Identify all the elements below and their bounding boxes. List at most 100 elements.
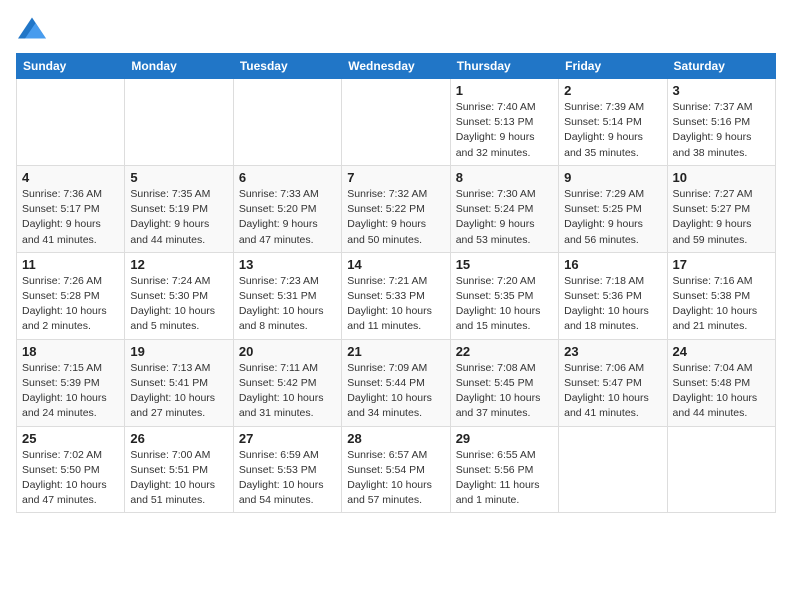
sunrise-text: Sunrise: 7:24 AM [130,275,210,287]
day-number: 22 [456,344,553,359]
sunset-text: Sunset: 5:44 PM [347,377,425,389]
sunset-text: Sunset: 5:33 PM [347,290,425,302]
day-number: 1 [456,83,553,98]
daylight-text: Daylight: 10 hours and 34 minutes. [347,392,432,419]
day-info: Sunrise: 7:24 AMSunset: 5:30 PMDaylight:… [130,274,227,335]
day-number: 6 [239,170,336,185]
daylight-text: Daylight: 10 hours and 27 minutes. [130,392,215,419]
calendar-cell: 29Sunrise: 6:55 AMSunset: 5:56 PMDayligh… [450,426,558,513]
day-info: Sunrise: 7:13 AMSunset: 5:41 PMDaylight:… [130,361,227,422]
calendar-cell: 18Sunrise: 7:15 AMSunset: 5:39 PMDayligh… [17,339,125,426]
sunrise-text: Sunrise: 7:40 AM [456,101,536,113]
sunset-text: Sunset: 5:25 PM [564,203,642,215]
calendar-cell: 19 Sunrise: 7:13 AMSunset: 5:41 PMDayligh… [125,339,233,426]
day-info: Sunrise: 7:29 AMSunset: 5:25 PMDaylight:… [564,187,661,248]
day-info: Sunrise: 7:09 AMSunset: 5:44 PMDaylight:… [347,361,444,422]
sunset-text: Sunset: 5:24 PM [456,203,534,215]
daylight-text: Daylight: 10 hours and 15 minutes. [456,305,541,332]
daylight-text: Daylight: 9 hours and 47 minutes. [239,218,318,245]
calendar-cell: 7Sunrise: 7:32 AMSunset: 5:22 PMDaylight… [342,165,450,252]
calendar-cell: 13 Sunrise: 7:23 AMSunset: 5:31 PMDayligh… [233,252,341,339]
day-info: Sunrise: 7:21 AMSunset: 5:33 PMDaylight:… [347,274,444,335]
calendar-week-2: 4Sunrise: 7:36 AMSunset: 5:17 PMDaylight… [17,165,776,252]
calendar-week-4: 18Sunrise: 7:15 AMSunset: 5:39 PMDayligh… [17,339,776,426]
day-number: 15 [456,257,553,272]
calendar-header-monday: Monday [125,54,233,79]
day-info: Sunrise: 7:23 AMSunset: 5:31 PMDaylight:… [239,274,336,335]
day-info: Sunrise: 7:04 AMSunset: 5:48 PMDaylight:… [673,361,770,422]
day-info: Sunrise: 7:15 AMSunset: 5:39 PMDaylight:… [22,361,119,422]
calendar-header-sunday: Sunday [17,54,125,79]
sunrise-text: Sunrise: 7:16 AM [673,275,753,287]
sunrise-text: Sunrise: 7:15 AM [22,362,102,374]
calendar-cell: 3Sunrise: 7:37 AMSunset: 5:16 PMDaylight… [667,79,775,166]
sunset-text: Sunset: 5:31 PM [239,290,317,302]
daylight-text: Daylight: 10 hours and 57 minutes. [347,479,432,506]
day-info: Sunrise: 7:00 AMSunset: 5:51 PMDaylight:… [130,448,227,509]
day-number: 13 [239,257,336,272]
calendar-cell: 11Sunrise: 7:26 AMSunset: 5:28 PMDayligh… [17,252,125,339]
sunrise-text: Sunrise: 7:37 AM [673,101,753,113]
day-number: 23 [564,344,661,359]
day-number: 19 [130,344,227,359]
daylight-text: Daylight: 9 hours and 38 minutes. [673,131,752,158]
daylight-text: Daylight: 10 hours and 37 minutes. [456,392,541,419]
sunrise-text: Sunrise: 7:18 AM [564,275,644,287]
sunset-text: Sunset: 5:50 PM [22,464,100,476]
daylight-text: Daylight: 10 hours and 18 minutes. [564,305,649,332]
sunrise-text: Sunrise: 7:02 AM [22,449,102,461]
sunset-text: Sunset: 5:13 PM [456,116,534,128]
sunrise-text: Sunrise: 7:04 AM [673,362,753,374]
calendar-cell [233,79,341,166]
daylight-text: Daylight: 10 hours and 41 minutes. [564,392,649,419]
sunset-text: Sunset: 5:30 PM [130,290,208,302]
sunset-text: Sunset: 5:19 PM [130,203,208,215]
sunset-text: Sunset: 5:45 PM [456,377,534,389]
calendar-cell: 21 Sunrise: 7:09 AMSunset: 5:44 PMDayligh… [342,339,450,426]
daylight-text: Daylight: 9 hours and 32 minutes. [456,131,535,158]
calendar-header-friday: Friday [559,54,667,79]
sunrise-text: Sunrise: 7:00 AM [130,449,210,461]
day-number: 12 [130,257,227,272]
calendar-cell: 14Sunrise: 7:21 AMSunset: 5:33 PMDayligh… [342,252,450,339]
day-info: Sunrise: 7:02 AMSunset: 5:50 PMDaylight:… [22,448,119,509]
calendar-cell: 5Sunrise: 7:35 AMSunset: 5:19 PMDaylight… [125,165,233,252]
day-info: Sunrise: 7:30 AMSunset: 5:24 PMDaylight:… [456,187,553,248]
sunrise-text: Sunrise: 7:30 AM [456,188,536,200]
day-number: 24 [673,344,770,359]
sunset-text: Sunset: 5:28 PM [22,290,100,302]
daylight-text: Daylight: 9 hours and 59 minutes. [673,218,752,245]
day-number: 4 [22,170,119,185]
daylight-text: Daylight: 10 hours and 24 minutes. [22,392,107,419]
calendar-week-1: 1 Sunrise: 7:40 AM Sunset: 5:13 PM Daylight… [17,79,776,166]
day-info: Sunrise: 7:11 AMSunset: 5:42 PMDaylight:… [239,361,336,422]
daylight-text: Daylight: 9 hours and 41 minutes. [22,218,101,245]
sunset-text: Sunset: 5:22 PM [347,203,425,215]
calendar-cell: 6Sunrise: 7:33 AMSunset: 5:20 PMDaylight… [233,165,341,252]
daylight-text: Daylight: 10 hours and 31 minutes. [239,392,324,419]
day-info: Sunrise: 7:40 AM Sunset: 5:13 PM Daylight:… [456,100,553,161]
sunrise-text: Sunrise: 7:26 AM [22,275,102,287]
daylight-text: Daylight: 9 hours and 50 minutes. [347,218,426,245]
calendar-cell: 27Sunrise: 6:59 AMSunset: 5:53 PMDayligh… [233,426,341,513]
calendar-header-row: SundayMondayTuesdayWednesdayThursdayFrid… [17,54,776,79]
day-info: Sunrise: 7:35 AMSunset: 5:19 PMDaylight:… [130,187,227,248]
calendar-cell: 24 Sunrise: 7:04 AMSunset: 5:48 PMDayligh… [667,339,775,426]
sunrise-text: Sunrise: 7:21 AM [347,275,427,287]
calendar-cell: 28Sunrise: 6:57 AMSunset: 5:54 PMDayligh… [342,426,450,513]
sunrise-text: Sunrise: 7:13 AM [130,362,210,374]
daylight-text: Daylight: 10 hours and 54 minutes. [239,479,324,506]
daylight-text: Daylight: 9 hours and 56 minutes. [564,218,643,245]
daylight-text: Daylight: 9 hours and 44 minutes. [130,218,209,245]
sunrise-text: Sunrise: 7:27 AM [673,188,753,200]
calendar-cell: 16Sunrise: 7:18 AMSunset: 5:36 PMDayligh… [559,252,667,339]
sunrise-text: Sunrise: 7:08 AM [456,362,536,374]
day-info: Sunrise: 7:18 AMSunset: 5:36 PMDaylight:… [564,274,661,335]
calendar-cell: 12Sunrise: 7:24 AMSunset: 5:30 PMDayligh… [125,252,233,339]
daylight-text: Daylight: 10 hours and 44 minutes. [673,392,758,419]
day-info: Sunrise: 7:20 AMSunset: 5:35 PMDaylight:… [456,274,553,335]
sunrise-text: Sunrise: 6:57 AM [347,449,427,461]
day-number: 21 [347,344,444,359]
calendar-cell: 20Sunrise: 7:11 AMSunset: 5:42 PMDayligh… [233,339,341,426]
sunset-text: Sunset: 5:16 PM [673,116,751,128]
